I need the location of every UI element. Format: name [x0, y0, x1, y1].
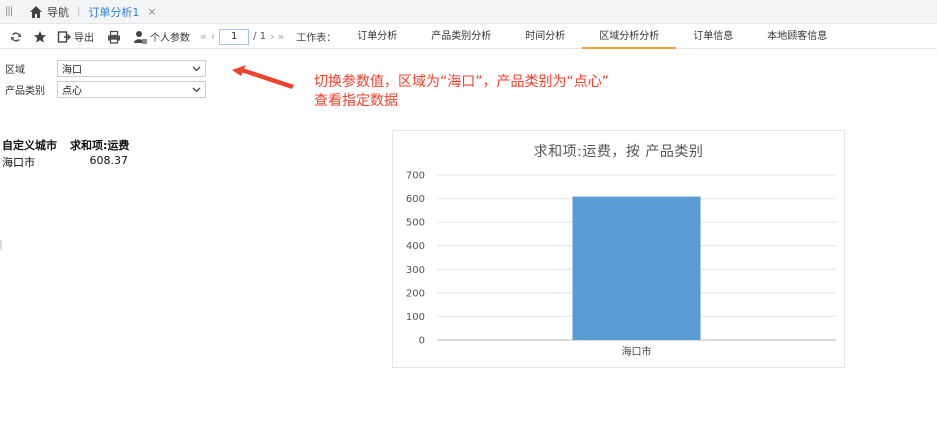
column-header-freight: 求和项:运费	[70, 139, 130, 152]
category-label: 产品类别	[5, 86, 45, 97]
y-tick-label: 500	[406, 218, 425, 229]
table-row: 海口市 608.37	[2, 154, 129, 170]
annotation-line-2: 查看指定数据	[314, 93, 398, 109]
top-tab-bar: ||| 导航 | 订单分析1 ×	[0, 0, 937, 24]
menu-icon[interactable]: |||	[5, 6, 19, 17]
region-label: 区域	[5, 65, 25, 76]
y-tick-label: 400	[406, 241, 425, 252]
tab-order-analysis[interactable]: 订单分析1	[88, 4, 139, 20]
report-toolbar: 导出 个人参数 « ‹ 1 / 1 › » 工作表： 订单分析 产品类别分析 时间分…	[0, 25, 937, 49]
worksheet-label: 工作表：	[296, 33, 337, 44]
sheet-tab-4[interactable]: 订单信息	[676, 25, 750, 49]
last-page-icon[interactable]: »	[277, 30, 284, 43]
page-number-input[interactable]: 1	[219, 28, 250, 45]
sheet-tab-0[interactable]: 订单分析	[340, 25, 414, 49]
cell-freight: 608.37	[89, 154, 129, 167]
prev-page-icon[interactable]: ‹	[211, 30, 215, 43]
page-total: / 1	[253, 31, 267, 42]
param-region: 区域 海口	[5, 60, 206, 77]
bar[interactable]	[572, 196, 701, 340]
chevron-down-icon	[192, 66, 201, 72]
home-icon[interactable]	[29, 5, 43, 19]
data-table: 自定义城市 求和项:运费 海口市 608.37	[2, 137, 129, 170]
x-tick-label: 海口市	[622, 345, 652, 358]
column-header-city: 自定义城市	[2, 139, 57, 152]
region-value: 海口	[62, 65, 82, 76]
sheet-tab-5[interactable]: 本地顾客信息	[750, 25, 844, 49]
sheet-tab-3[interactable]: 区域分析分析	[582, 25, 677, 49]
print-icon[interactable]	[106, 29, 122, 45]
y-tick-label: 200	[406, 288, 425, 299]
table-header: 自定义城市 求和项:运费	[2, 137, 129, 153]
user-params-icon[interactable]	[132, 29, 148, 45]
category-value: 点心	[62, 86, 82, 97]
export-icon[interactable]	[56, 29, 72, 45]
category-select[interactable]: 点心	[57, 81, 206, 98]
y-tick-label: 600	[406, 194, 425, 205]
bar-chart: 求和项:运费，按 产品类别 0 100 200 300 400 500 600 700 海口市	[392, 130, 845, 368]
close-tab-icon[interactable]: ×	[147, 5, 156, 18]
sheet-tab-1[interactable]: 产品类别分析	[414, 25, 508, 49]
annotation-arrow-icon	[232, 65, 294, 89]
sheet-tabs: 订单分析 产品类别分析 时间分析 区域分析分析 订单信息 本地顾客信息	[340, 25, 844, 49]
y-tick-label: 300	[406, 265, 425, 276]
refresh-icon[interactable]	[8, 29, 24, 45]
chart-canvas: 0 100 200 300 400 500 600 700 海口市	[406, 171, 836, 358]
sheet-tab-2[interactable]: 时间分析	[508, 25, 582, 49]
y-tick-label: 0	[419, 336, 425, 347]
next-page-icon[interactable]: ›	[270, 30, 274, 43]
pager: « ‹ 1 / 1 › »	[200, 28, 284, 45]
left-edge-marker	[0, 240, 2, 250]
y-tick-label: 100	[406, 312, 425, 323]
first-page-icon[interactable]: «	[200, 30, 207, 43]
star-icon[interactable]	[32, 29, 48, 45]
tab-separator: |	[77, 6, 81, 17]
chevron-down-icon	[192, 87, 201, 93]
param-category: 产品类别 点心	[5, 81, 206, 98]
annotation-line-1: 切换参数值，区域为“海口”，产品类别为“点心”	[314, 74, 610, 90]
nav-label[interactable]: 导航	[47, 4, 69, 20]
annotation-text: 切换参数值，区域为“海口”，产品类别为“点心” 查看指定数据	[314, 73, 609, 111]
cell-city: 海口市	[2, 156, 35, 169]
export-button[interactable]: 导出	[74, 29, 94, 44]
region-select[interactable]: 海口	[57, 60, 206, 77]
personal-params-button[interactable]: 个人参数	[150, 29, 190, 44]
y-tick-label: 700	[406, 171, 425, 182]
